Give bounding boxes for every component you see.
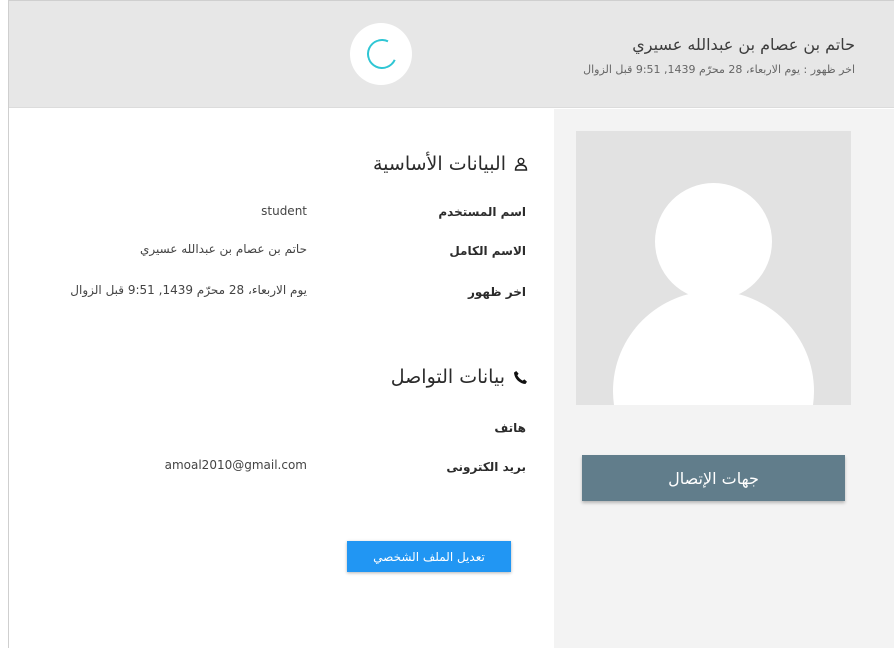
user-icon: [514, 157, 528, 171]
phone-label: هاتف: [494, 421, 526, 435]
avatar-head-shape: [655, 183, 772, 300]
header-last-seen: اخر ظهور : يوم الاربعاء، 28 محرّم 1439, …: [583, 63, 855, 76]
last-seen-label: اخر ظهور: [467, 285, 526, 299]
loading-spinner: [350, 23, 412, 85]
email-label: بريد الكترونى: [446, 460, 526, 474]
spinner-icon: [362, 34, 402, 74]
username-label: اسم المستخدم: [438, 205, 526, 219]
header-user-name: حاتم بن عصام بن عبدالله عسيري: [632, 35, 855, 54]
avatar: [576, 131, 851, 405]
contacts-button[interactable]: جهات الإتصال: [582, 455, 845, 501]
profile-sidebar: جهات الإتصال: [554, 109, 894, 648]
basic-info-title: البيانات الأساسية: [373, 153, 528, 175]
basic-info-title-text: البيانات الأساسية: [373, 153, 506, 175]
contact-info-title: بيانات التواصل: [391, 366, 528, 388]
phone-icon: [513, 370, 528, 385]
edit-profile-button[interactable]: تعديل الملف الشخصي: [347, 541, 511, 572]
fullname-value: حاتم بن عصام بن عبدالله عسيري: [139, 242, 307, 256]
email-value: amoal2010@gmail.com: [164, 458, 307, 472]
fullname-label: الاسم الكامل: [449, 244, 526, 258]
profile-page: حاتم بن عصام بن عبدالله عسيري اخر ظهور :…: [8, 0, 894, 648]
contact-info-title-text: بيانات التواصل: [390, 366, 505, 388]
username-value: student: [261, 204, 307, 218]
avatar-body-shape: [613, 291, 814, 405]
profile-header: حاتم بن عصام بن عبدالله عسيري اخر ظهور :…: [9, 1, 894, 108]
last-seen-value: يوم الاربعاء، 28 محرّم 1439, 9:51 قبل ال…: [70, 283, 307, 297]
